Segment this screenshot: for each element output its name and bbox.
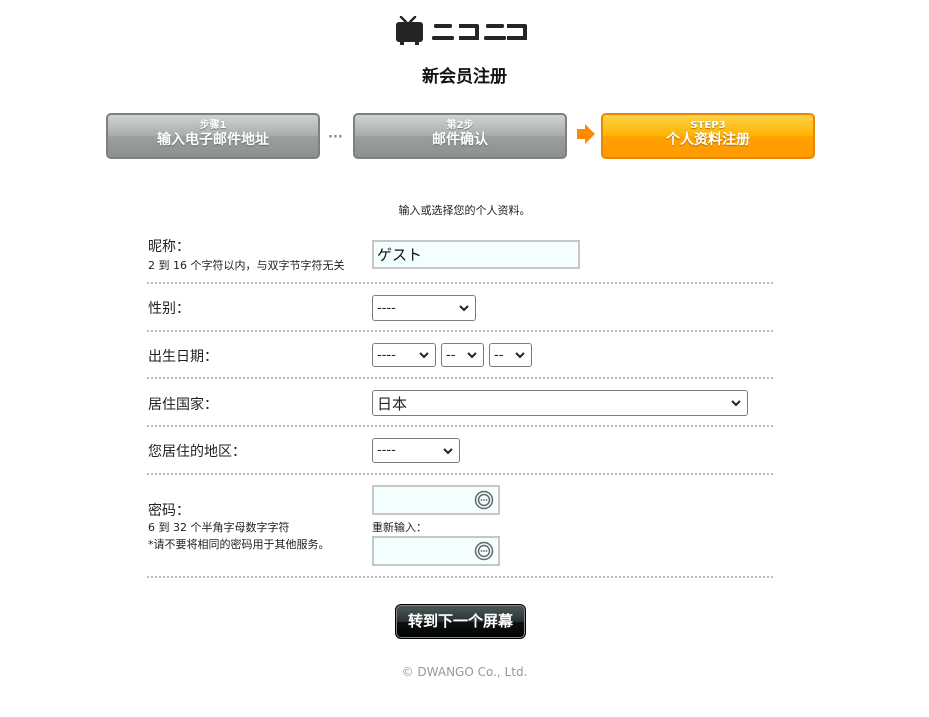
step-2-number: 第2步 xyxy=(446,120,474,131)
country-label: 居住国家： xyxy=(148,397,218,413)
birth-day-value: -- xyxy=(494,347,504,363)
step-1-label: 输入电子邮件地址 xyxy=(157,132,269,148)
step-2: 第2步 邮件确认 xyxy=(353,113,567,159)
next-screen-button[interactable]: 转到下一个屏幕 xyxy=(395,604,526,639)
form-intro: 输入或选择您的个人资料。 xyxy=(398,204,531,217)
nickname-input[interactable] xyxy=(372,240,580,269)
region-select-value: ---- xyxy=(377,443,396,458)
password-hint-length: 6 到 32 个半角字母数字字符 xyxy=(148,521,290,534)
nickname-hint: 2 到 16 个字符以内，与双字节字符无关 xyxy=(148,259,345,272)
step-3-label: 个人资料注册 xyxy=(666,132,750,148)
divider xyxy=(147,377,773,379)
step-separator-dots: ··· xyxy=(328,130,343,145)
chevron-down-icon xyxy=(467,352,477,359)
password-confirm-input[interactable] xyxy=(372,536,500,566)
page-title: 新会员注册 xyxy=(422,67,507,87)
country-select-value: 日本 xyxy=(377,394,408,413)
password-input[interactable] xyxy=(372,485,500,515)
region-label: 您居住的地区： xyxy=(148,444,246,460)
step-2-label: 邮件确认 xyxy=(432,132,488,148)
birth-day-select[interactable]: -- xyxy=(489,343,532,367)
step-arrow-icon xyxy=(577,124,595,144)
password-reveal-icon[interactable] xyxy=(474,490,494,510)
tv-icon xyxy=(396,16,423,45)
chevron-down-icon xyxy=(443,447,453,454)
password-label: 密码： xyxy=(148,503,190,519)
birth-year-select[interactable]: ---- xyxy=(372,343,436,367)
gender-select-value: ---- xyxy=(377,300,396,316)
country-select[interactable]: 日本 xyxy=(372,390,748,416)
password-hint-warning: *请不要将相同的密码用于其他服务。 xyxy=(148,538,330,551)
region-select[interactable]: ---- xyxy=(372,438,460,463)
step-3: STEP3 个人资料注册 xyxy=(601,113,815,159)
step-1-number: 步骤1 xyxy=(199,120,227,131)
birthday-label: 出生日期： xyxy=(148,349,218,365)
chevron-down-icon xyxy=(419,352,429,359)
birth-month-select[interactable]: -- xyxy=(441,343,484,367)
birth-month-value: -- xyxy=(446,347,456,363)
niconico-logo[interactable] xyxy=(396,16,528,46)
divider xyxy=(147,425,773,427)
birth-year-value: ---- xyxy=(377,347,396,363)
divider xyxy=(147,330,773,332)
divider xyxy=(147,282,773,284)
chevron-down-icon xyxy=(731,400,741,407)
password-reenter-label: 重新输入： xyxy=(372,521,427,534)
divider xyxy=(147,473,773,475)
step-3-number: STEP3 xyxy=(690,120,726,131)
gender-select[interactable]: ---- xyxy=(372,295,476,321)
step-1: 步骤1 输入电子邮件地址 xyxy=(106,113,320,159)
copyright: © DWANGO Co., Ltd. xyxy=(401,665,528,679)
gender-label: 性别： xyxy=(148,301,190,317)
nickname-label: 昵称： xyxy=(148,239,190,255)
chevron-down-icon xyxy=(515,352,525,359)
chevron-down-icon xyxy=(459,305,469,312)
divider xyxy=(147,576,773,578)
password-reveal-icon[interactable] xyxy=(474,541,494,561)
